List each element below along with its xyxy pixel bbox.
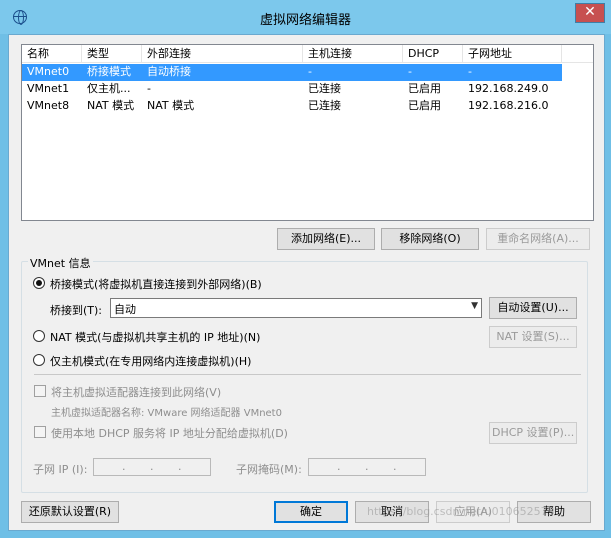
cell-dhcp: 已启用 [408,82,441,95]
window-title: 虚拟网络编辑器 [259,13,351,28]
cell-dhcp: - [408,65,412,78]
dhcp-label[interactable]: 使用本地 DHCP 服务将 IP 地址分配给虚拟机(D) [51,425,288,441]
cell-name: VMnet0 [27,65,70,78]
cell-external: - [147,82,151,95]
cell-dhcp: 已启用 [408,99,441,112]
cell-host: 已连接 [308,99,341,112]
cell-subnet: 192.168.216.0 [468,99,549,112]
ok-button[interactable]: 确定 [274,501,348,523]
dhcp-settings-button[interactable]: DHCP 设置(P)... [489,422,577,444]
nat-mode-label[interactable]: NAT 模式(与虚拟机共享主机的 IP 地址)(N) [50,329,260,345]
subnet-mask-input[interactable]: . . . [308,458,426,476]
column-header-host[interactable]: 主机连接 [303,45,403,63]
title-bar: 虚拟网络编辑器 ✕ [0,0,611,34]
subnet-mask-label: 子网掩码(M): [236,463,302,476]
cell-type: 仅主机... [87,82,131,95]
cell-subnet: - [468,65,472,78]
remove-network-button[interactable]: 移除网络(O) [381,228,479,250]
cell-type: 桥接模式 [87,65,131,78]
subnet-ip-label: 子网 IP (I): [33,463,88,476]
cell-host: - [308,65,312,78]
watermark: https://blog.csdn.net/u010652573 [367,505,555,518]
cell-name: VMnet8 [27,99,70,112]
chevron-down-icon[interactable]: ▼ [471,301,478,311]
host-only-radio[interactable] [33,354,45,366]
cell-type: NAT 模式 [87,99,135,112]
column-header-name[interactable]: 名称 [22,45,82,63]
auto-settings-button[interactable]: 自动设置(U)... [489,297,577,319]
connect-adapter-checkbox[interactable] [34,385,46,397]
table-row[interactable]: VMnet8 NAT 模式 NAT 模式 已连接 已启用 192.168.216.0 [22,98,562,115]
connect-adapter-label[interactable]: 将主机虚拟适配器连接到此网络(V) [51,384,221,400]
column-header-subnet[interactable]: 子网地址 [463,45,562,63]
nat-settings-button[interactable]: NAT 设置(S)... [489,326,577,348]
dhcp-checkbox[interactable] [34,426,46,438]
bridged-mode-radio[interactable] [33,277,45,289]
cell-subnet: 192.168.249.0 [468,82,549,95]
add-network-button[interactable]: 添加网络(E)... [277,228,375,250]
adapter-name-label: 主机虚拟适配器名称: VMware 网络适配器 VMnet0 [51,408,282,419]
column-header-type[interactable]: 类型 [82,45,142,63]
rename-network-button[interactable]: 重命名网络(A)... [486,228,590,250]
group-title: VMnet 信息 [28,255,93,271]
cell-external: NAT 模式 [147,99,195,112]
network-list[interactable]: 名称 类型 外部连接 主机连接 DHCP 子网地址 VMnet0 桥接模式 自动桥接… [21,44,594,221]
column-header-dhcp[interactable]: DHCP [403,45,463,63]
list-header: 名称 类型 外部连接 主机连接 DHCP 子网地址 [22,45,593,63]
subnet-ip-input[interactable]: . . . [93,458,211,476]
nat-mode-radio[interactable] [33,330,45,342]
divider [34,374,581,375]
cell-external: 自动桥接 [147,65,191,78]
cell-host: 已连接 [308,82,341,95]
table-row[interactable]: VMnet1 仅主机... - 已连接 已启用 192.168.249.0 [22,81,562,98]
restore-defaults-button[interactable]: 还原默认设置(R) [21,501,119,523]
bridged-mode-label[interactable]: 桥接模式(将虚拟机直接连接到外部网络)(B) [50,276,262,292]
table-row[interactable]: VMnet0 桥接模式 自动桥接 - - - [22,64,562,81]
column-header-external[interactable]: 外部连接 [142,45,303,63]
host-only-label[interactable]: 仅主机模式(在专用网络内连接虚拟机)(H) [50,353,251,369]
cell-name: VMnet1 [27,82,70,95]
dialog-client-area: 名称 类型 外部连接 主机连接 DHCP 子网地址 VMnet0 桥接模式 自动桥接… [8,34,605,531]
close-button[interactable]: ✕ [575,3,605,23]
bridged-to-select[interactable]: 自动 ▼ [110,298,482,318]
bridged-to-value: 自动 [114,303,136,316]
bridged-to-label: 桥接到(T): [50,304,103,317]
